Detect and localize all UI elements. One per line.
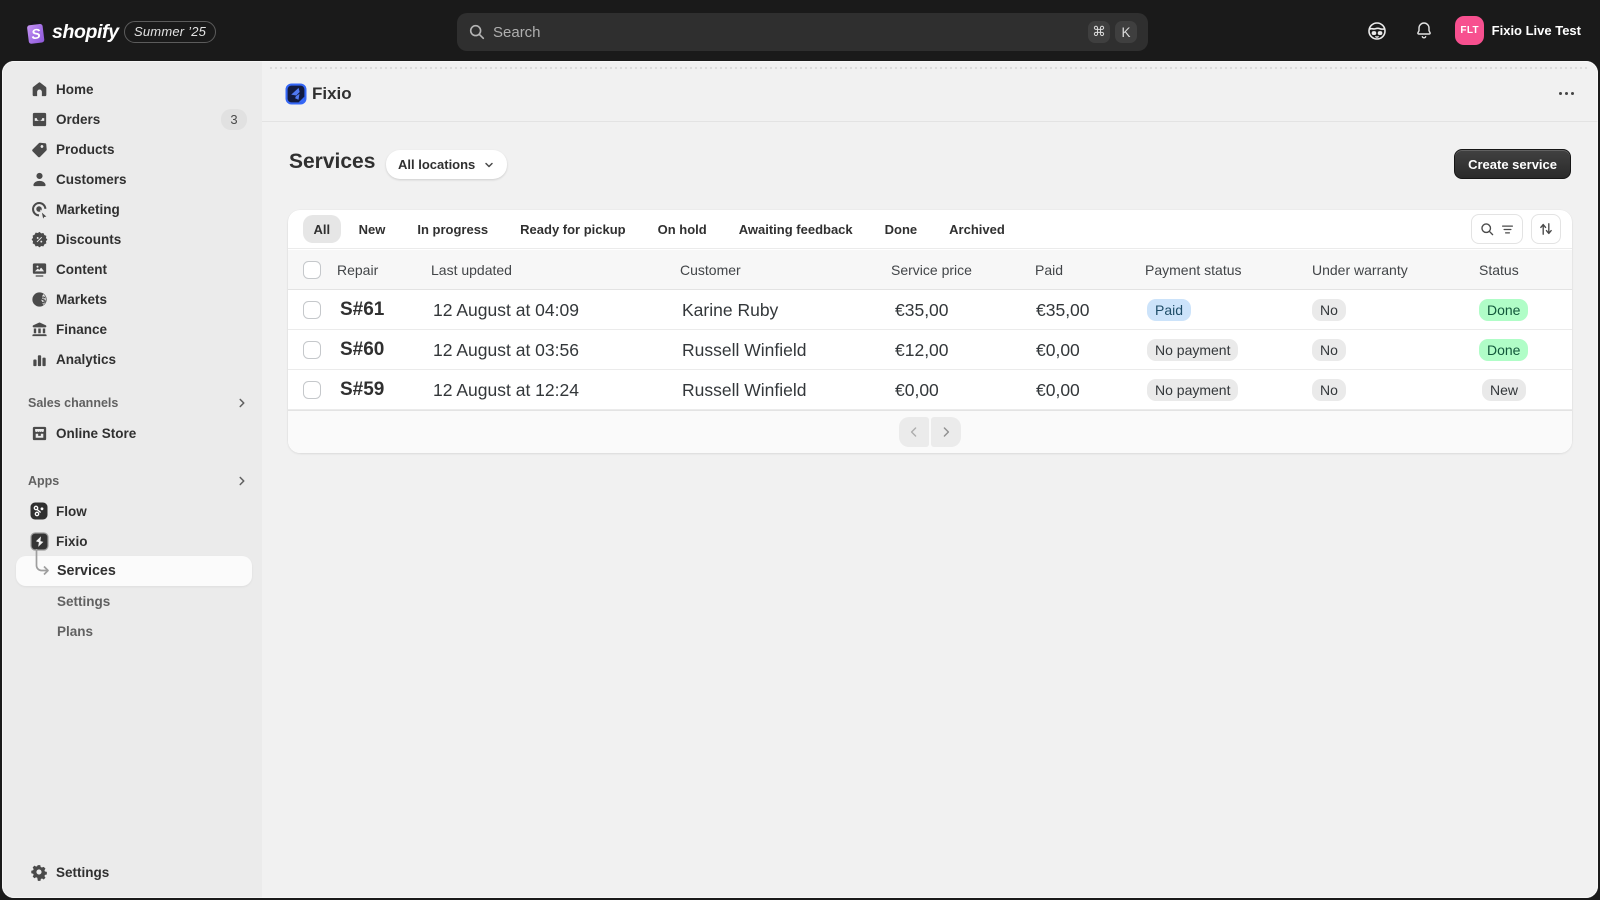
svg-text:$: $ bbox=[40, 294, 45, 304]
